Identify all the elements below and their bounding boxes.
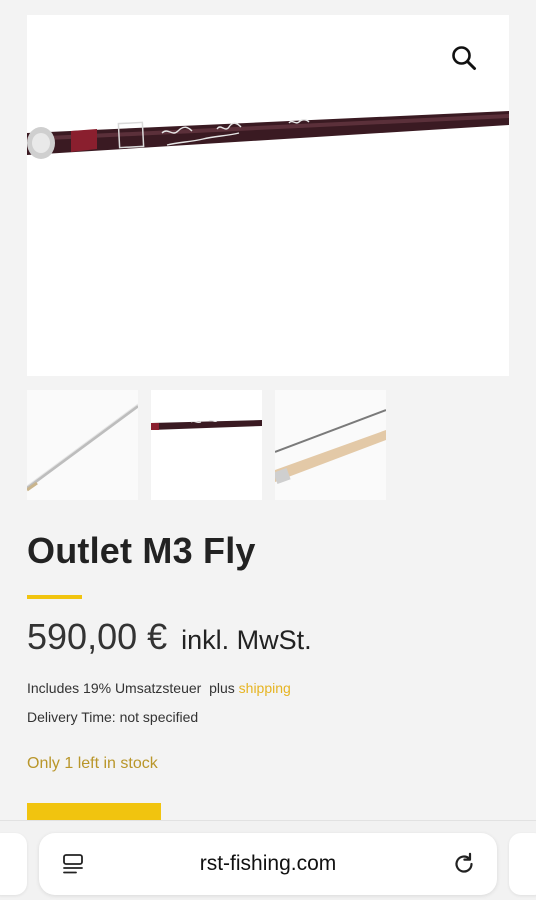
delivery-time: Delivery Time: not specified [27, 709, 199, 725]
price-tax-label: inkl. MwSt. [181, 625, 312, 655]
thumbnail-1[interactable] [27, 390, 138, 500]
thumbnail-2[interactable] [151, 390, 262, 500]
rod-photo [27, 111, 509, 159]
tax-info-text: Includes 19% Umsatzsteuer plus [27, 680, 239, 696]
reader-mode-icon[interactable] [61, 852, 85, 876]
gallery-thumbnails [27, 390, 386, 500]
title-underline [27, 595, 82, 599]
url-text: rst-fishing.com [199, 852, 337, 875]
product-price: 590,00 € inkl. MwSt. [27, 616, 312, 658]
rod-handle-image [275, 409, 386, 485]
product-title: Outlet M3 Fly [27, 530, 256, 571]
tax-info: Includes 19% Umsatzsteuer plus shipping [27, 680, 291, 696]
thumbnail-3[interactable] [275, 390, 386, 500]
price-amount: 590,00 € [27, 616, 168, 657]
rod-blank-image [27, 403, 138, 492]
stock-status: Only 1 left in stock [27, 755, 158, 772]
rod-logo-image [151, 419, 262, 430]
search-icon [452, 46, 476, 70]
reload-icon[interactable] [451, 851, 477, 877]
zoom-button[interactable] [449, 43, 479, 73]
shipping-link[interactable]: shipping [239, 680, 291, 696]
address-bar[interactable]: rst-fishing.com [39, 833, 497, 895]
previous-tab[interactable] [0, 833, 27, 895]
product-main-image[interactable] [27, 15, 509, 376]
next-tab[interactable] [509, 833, 536, 895]
browser-toolbar: rst-fishing.com [0, 820, 536, 900]
